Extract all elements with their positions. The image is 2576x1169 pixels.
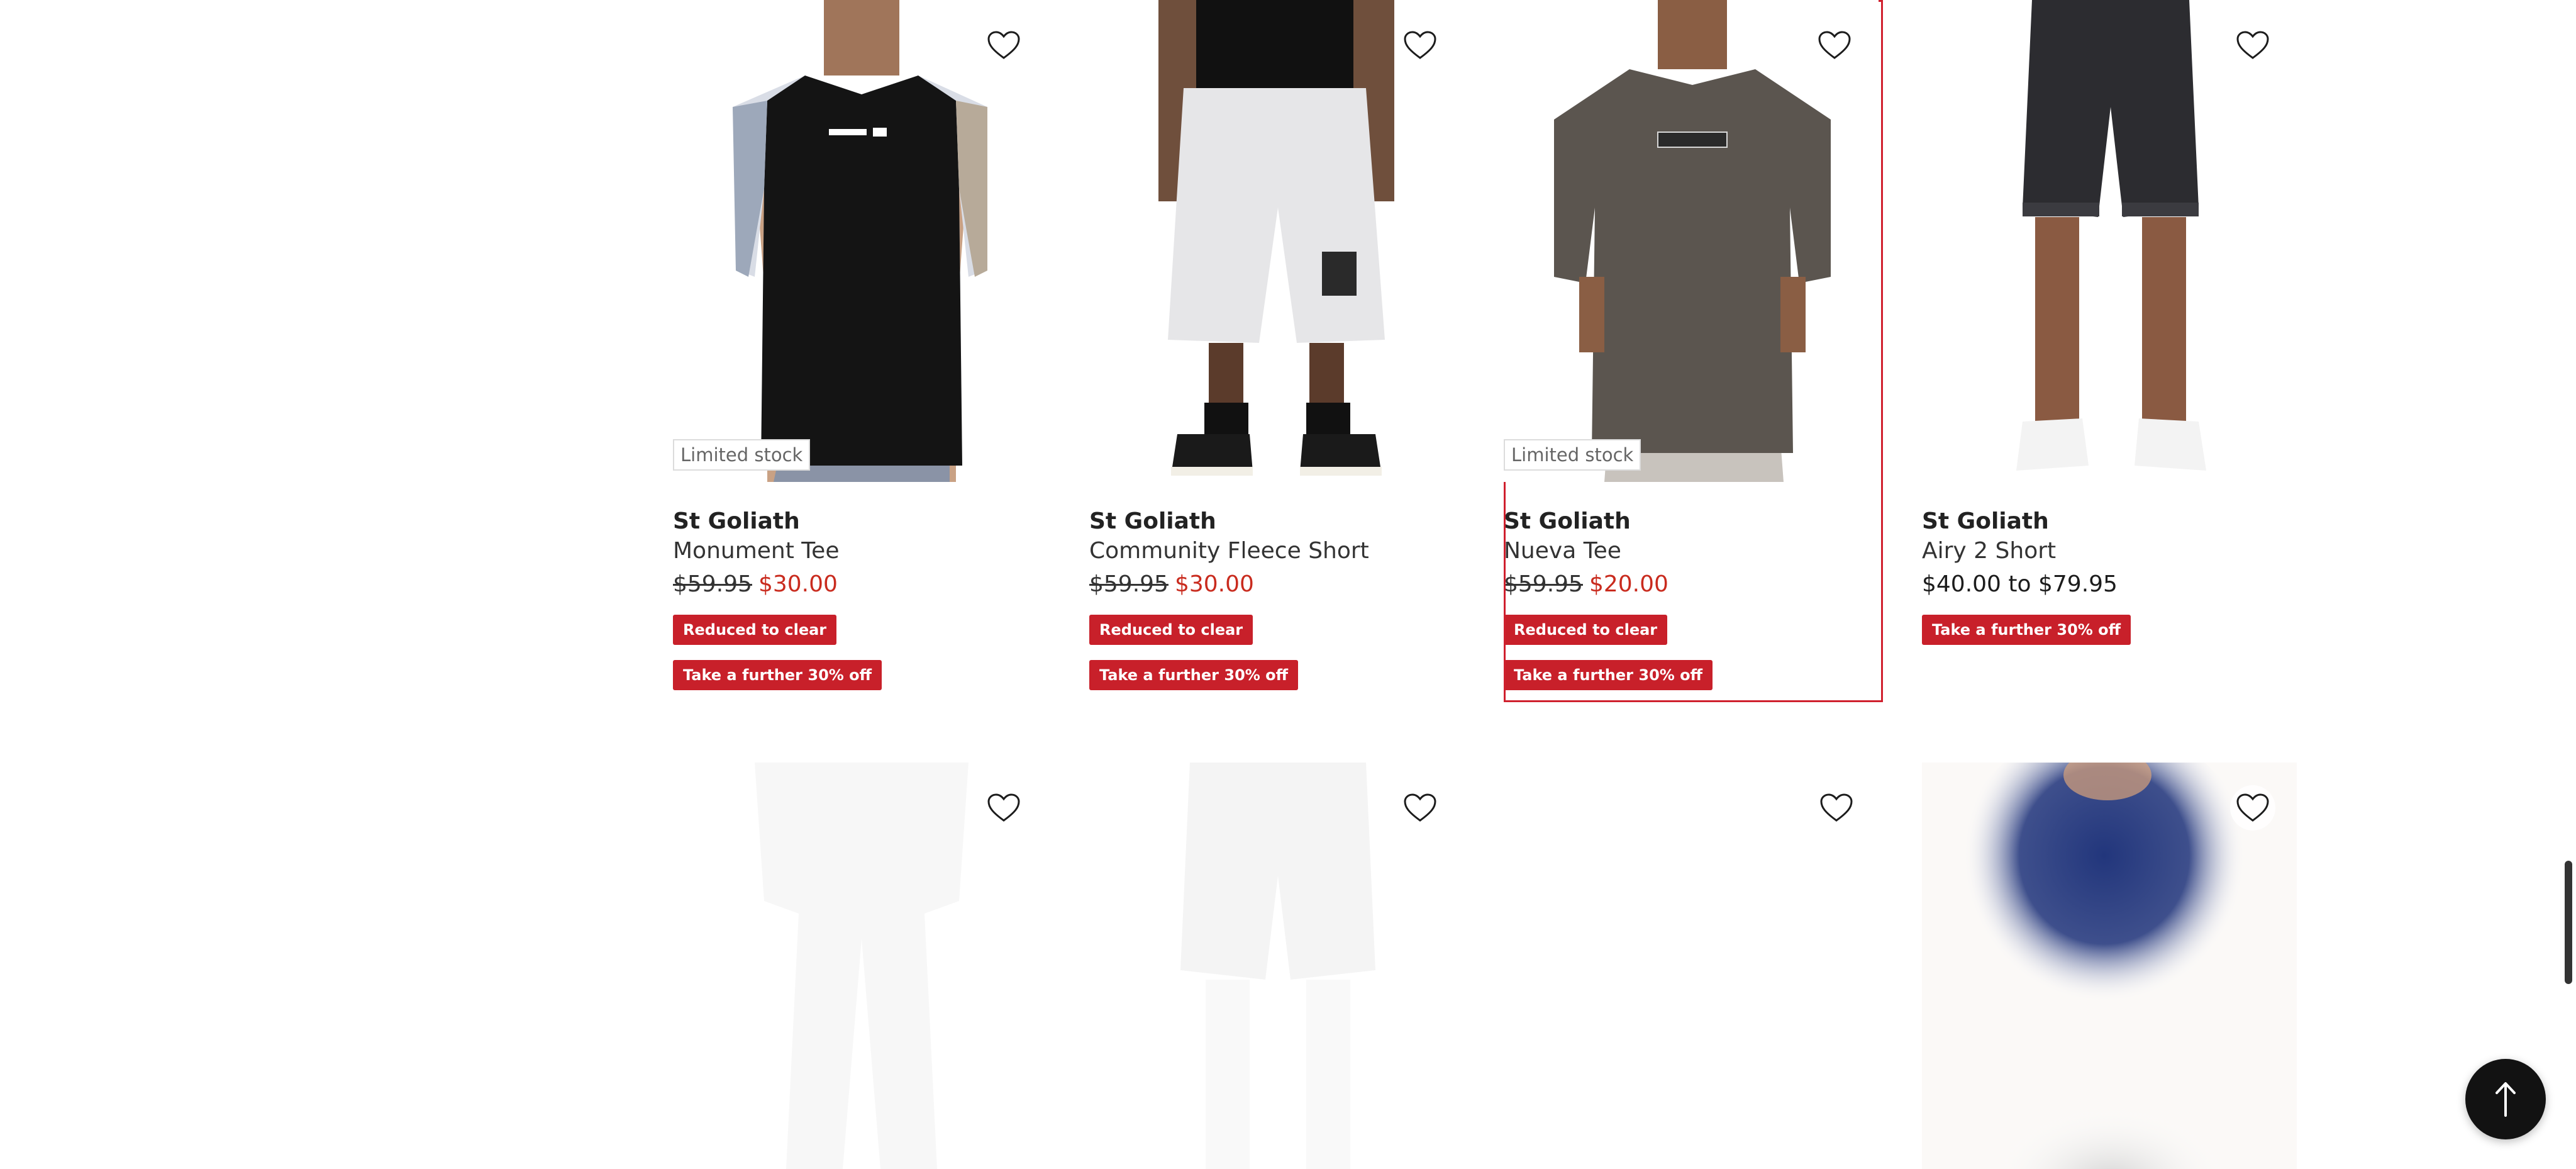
wishlist-button[interactable] bbox=[2230, 23, 2275, 68]
product-brand: St Goliath bbox=[1922, 508, 2049, 534]
original-price: $59.95 bbox=[1504, 571, 1583, 597]
heart-outline-icon bbox=[1404, 793, 1436, 822]
promo-tags: Reduced to clear Take a further 30% off bbox=[1504, 597, 1883, 690]
product-photo bbox=[1922, 0, 2297, 482]
further-discount-tag: Take a further 30% off bbox=[1922, 615, 2131, 645]
heart-outline-icon bbox=[2236, 31, 2269, 59]
arrow-up-icon bbox=[2496, 1082, 2516, 1117]
product-brand: St Goliath bbox=[1504, 508, 1631, 534]
product-photo bbox=[1504, 0, 1879, 482]
product-image[interactable] bbox=[1922, 0, 2297, 482]
product-name[interactable]: Nueva Tee bbox=[1504, 538, 1883, 564]
product-image-loading[interactable] bbox=[673, 763, 1048, 1169]
product-image-loading[interactable] bbox=[1506, 763, 1880, 1169]
promo-tags: Take a further 30% off bbox=[1922, 597, 2299, 645]
product-image[interactable]: Limited stock bbox=[673, 0, 1048, 482]
product-brand: St Goliath bbox=[673, 508, 800, 534]
sale-price: $30.00 bbox=[1174, 571, 1254, 597]
further-discount-tag: Take a further 30% off bbox=[673, 660, 882, 690]
sale-price: $20.00 bbox=[1589, 571, 1668, 597]
original-price: $59.95 bbox=[1089, 571, 1169, 597]
product-card-selected[interactable]: Limited stock St Goliath Nueva Tee $59.9… bbox=[1504, 0, 1883, 702]
scrollbar-thumb[interactable] bbox=[2565, 861, 2572, 984]
product-info[interactable]: St Goliath Community Fleece Short $59.95… bbox=[1089, 482, 1467, 690]
product-card[interactable]: St Goliath Airy 2 Short $40.00 to $79.95… bbox=[1922, 0, 2299, 702]
wishlist-button[interactable] bbox=[981, 23, 1026, 68]
product-card[interactable]: St Goliath Community Fleece Short $59.95… bbox=[1089, 0, 1467, 702]
wishlist-button[interactable] bbox=[981, 785, 1026, 831]
product-info[interactable]: St Goliath Airy 2 Short $40.00 to $79.95… bbox=[1922, 482, 2299, 645]
product-image[interactable]: Limited stock bbox=[1504, 0, 1879, 482]
sale-price: $30.00 bbox=[758, 571, 838, 597]
heart-outline-icon bbox=[1818, 31, 1851, 59]
heart-outline-icon bbox=[987, 793, 1020, 822]
product-info[interactable]: St Goliath Monument Tee $59.95 $30.00 Red… bbox=[673, 482, 1050, 690]
back-to-top-button[interactable] bbox=[2465, 1059, 2546, 1139]
wishlist-button[interactable] bbox=[1814, 785, 1859, 831]
reduced-to-clear-tag: Reduced to clear bbox=[673, 615, 837, 645]
heart-outline-icon bbox=[1820, 793, 1853, 822]
product-brand: St Goliath bbox=[1089, 508, 1216, 534]
product-price: $59.95 $20.00 bbox=[1504, 571, 1883, 597]
product-price: $59.95 $30.00 bbox=[673, 571, 1050, 597]
product-photo bbox=[1089, 0, 1464, 482]
product-card[interactable] bbox=[673, 763, 1050, 1169]
heart-outline-icon bbox=[2236, 793, 2269, 822]
further-discount-tag: Take a further 30% off bbox=[1504, 660, 1713, 690]
product-card[interactable] bbox=[1922, 763, 2299, 1169]
product-price: $59.95 $30.00 bbox=[1089, 571, 1467, 597]
wishlist-button[interactable] bbox=[1397, 785, 1443, 831]
product-price-range: $40.00 to $79.95 bbox=[1922, 571, 2118, 597]
product-image-loading[interactable] bbox=[1089, 763, 1464, 1169]
limited-stock-badge: Limited stock bbox=[673, 439, 811, 471]
wishlist-button[interactable] bbox=[1397, 23, 1443, 68]
reduced-to-clear-tag: Reduced to clear bbox=[1089, 615, 1253, 645]
product-grid: Limited stock St Goliath Monument Tee $5… bbox=[673, 0, 2299, 702]
product-name[interactable]: Airy 2 Short bbox=[1922, 538, 2299, 564]
product-name[interactable]: Monument Tee bbox=[673, 538, 1050, 564]
further-discount-tag: Take a further 30% off bbox=[1089, 660, 1299, 690]
wishlist-button[interactable] bbox=[2230, 785, 2275, 831]
promo-tags: Reduced to clear Take a further 30% off bbox=[1089, 597, 1467, 690]
product-info[interactable]: St Goliath Nueva Tee $59.95 $20.00 Reduce… bbox=[1504, 482, 1883, 690]
product-name[interactable]: Community Fleece Short bbox=[1089, 538, 1467, 564]
promo-tags: Reduced to clear Take a further 30% off bbox=[673, 597, 1050, 690]
product-image-loading[interactable] bbox=[1922, 763, 2297, 1169]
product-image[interactable] bbox=[1089, 0, 1464, 482]
heart-outline-icon bbox=[1404, 31, 1436, 59]
product-photo bbox=[673, 0, 1048, 482]
limited-stock-badge: Limited stock bbox=[1504, 439, 1641, 471]
product-card[interactable]: Limited stock St Goliath Monument Tee $5… bbox=[673, 0, 1050, 702]
product-grid-row-2 bbox=[673, 763, 2299, 1169]
heart-outline-icon bbox=[987, 31, 1020, 59]
wishlist-button[interactable] bbox=[1812, 23, 1857, 68]
product-card[interactable] bbox=[1089, 763, 1467, 1169]
original-price: $59.95 bbox=[673, 571, 752, 597]
reduced-to-clear-tag: Reduced to clear bbox=[1504, 615, 1668, 645]
product-card[interactable] bbox=[1506, 763, 1883, 1169]
